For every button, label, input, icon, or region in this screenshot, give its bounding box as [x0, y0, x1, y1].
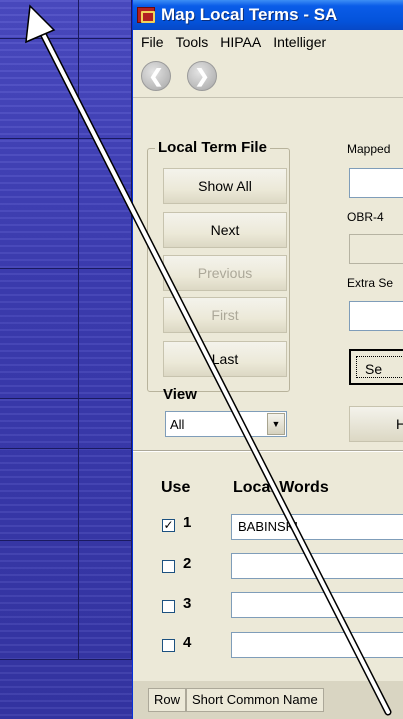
results-table-header: Row Short Common Name [148, 688, 324, 712]
column-header-row[interactable]: Row [148, 688, 187, 712]
column-header-short-common-name[interactable]: Short Common Name [186, 688, 324, 712]
title-bar[interactable]: Map Local Terms - SA [133, 0, 403, 30]
use-checkbox-3[interactable] [162, 600, 175, 613]
obr4-label: OBR-4 [347, 210, 384, 224]
menu-bar: File Tools HIPAA Intelliger [133, 30, 403, 54]
search-button-label: Se [356, 356, 403, 378]
local-words-header: Local Words [233, 479, 329, 496]
mapped-field[interactable] [349, 168, 403, 198]
search-button[interactable]: Se [349, 349, 403, 385]
row-number-1: 1 [183, 514, 192, 531]
view-select[interactable]: All ▼ [165, 411, 287, 437]
menu-hipaa[interactable]: HIPAA [214, 34, 267, 50]
extra-search-field[interactable] [349, 301, 403, 331]
slide-background [0, 0, 132, 719]
back-arrow-icon: ❮ [148, 65, 164, 86]
local-word-field-3[interactable] [231, 592, 403, 618]
use-header: Use [161, 479, 191, 496]
row-number-2: 2 [183, 555, 192, 572]
use-checkbox-1[interactable]: ✓ [162, 519, 175, 532]
use-checkbox-4[interactable] [162, 639, 175, 652]
chevron-down-icon[interactable]: ▼ [267, 413, 285, 435]
row-number-3: 3 [183, 595, 192, 612]
section-divider [133, 450, 403, 452]
local-term-file-legend: Local Term File [155, 139, 270, 156]
map-local-terms-window: Map Local Terms - SA File Tools HIPAA In… [132, 0, 403, 719]
view-label: View [163, 386, 197, 403]
row-number-4: 4 [183, 634, 192, 651]
obr4-field [349, 234, 403, 264]
view-select-value: All [170, 416, 185, 432]
slide-table-grid [0, 0, 132, 719]
last-button[interactable]: Last [163, 341, 287, 377]
h-button[interactable]: H [349, 406, 403, 442]
window-title: Map Local Terms - SA [161, 5, 338, 24]
local-word-field-4[interactable] [231, 632, 403, 658]
next-button[interactable]: Next [163, 212, 287, 248]
local-word-field-1[interactable]: BABINSKI [231, 514, 403, 540]
forward-button[interactable]: ❯ [187, 60, 217, 91]
first-button[interactable]: First [163, 297, 287, 333]
local-word-field-2[interactable] [231, 553, 403, 579]
back-button[interactable]: ❮ [141, 60, 171, 91]
extra-search-label: Extra Se [347, 276, 394, 290]
show-all-button[interactable]: Show All [163, 168, 287, 204]
previous-button[interactable]: Previous [163, 255, 287, 291]
menu-tools[interactable]: Tools [170, 34, 215, 50]
forward-arrow-icon: ❯ [194, 65, 210, 86]
menu-intelligent[interactable]: Intelliger [267, 34, 332, 50]
toolbar: ❮ ❯ [133, 54, 403, 98]
app-icon [137, 7, 155, 23]
use-checkbox-2[interactable] [162, 560, 175, 573]
mapped-label: Mapped [347, 142, 391, 156]
menu-file[interactable]: File [135, 34, 170, 50]
